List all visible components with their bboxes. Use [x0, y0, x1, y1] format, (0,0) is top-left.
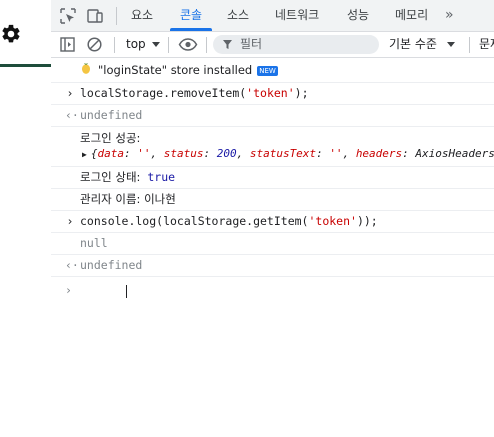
sidebar-toggle-icon[interactable]: [59, 36, 76, 53]
console-prompt-icon: ›: [65, 283, 72, 297]
toolbar-separator: [116, 7, 117, 25]
code-text: console.log(localStorage.getItem(: [80, 214, 309, 228]
console-log-row: null: [51, 232, 494, 255]
console-message: "loginState" store installed NEW: [51, 58, 494, 83]
log-text: 관리자 이름: 이나현: [80, 192, 176, 206]
issues-button[interactable]: 문제: [479, 32, 494, 57]
new-badge: NEW: [257, 66, 278, 76]
tab-sources[interactable]: 소스: [227, 0, 249, 31]
console-result-row: ‹· undefined: [51, 254, 494, 277]
log-label: 로그인 상태:: [80, 170, 141, 184]
inspect-element-icon[interactable]: [59, 7, 77, 25]
result-value: undefined: [80, 258, 143, 272]
code-text: ));: [356, 214, 378, 228]
console-toolbar: top 필터 기본 수준 문제: [51, 32, 494, 58]
console-log-row: 로그인 성공: ▶ {data: '', status: 200, statusT…: [51, 126, 494, 167]
eye-icon[interactable]: [178, 36, 198, 53]
toolbar-separator: [206, 37, 207, 53]
console-output: "loginState" store installed NEW › localS…: [51, 58, 494, 437]
gear-icon[interactable]: [0, 22, 22, 46]
devtools-panel: 요소 콘솔 소스 네트워크 성능 메모리 » top 필터 기본 수준 문 "l…: [51, 0, 494, 437]
chevron-down-icon: [447, 42, 455, 47]
message-text: "loginState" store installed: [98, 63, 253, 77]
boolean-value: true: [147, 170, 176, 184]
string-literal: 'token': [308, 214, 357, 228]
code-text: localStorage.removeItem(: [80, 86, 247, 100]
chevron-down-icon: [152, 42, 160, 47]
active-tab-indicator: [170, 28, 212, 31]
result-arrow-icon: ‹·: [65, 258, 79, 272]
log-level-selector[interactable]: 기본 수준: [389, 32, 437, 57]
result-arrow-icon: ‹·: [65, 108, 79, 122]
toolbar-separator: [469, 37, 470, 53]
string-literal: 'token': [246, 86, 295, 100]
tab-performance[interactable]: 성능: [347, 0, 369, 31]
filter-placeholder: 필터: [240, 37, 263, 51]
console-result-row: ‹· undefined: [51, 104, 494, 127]
object-preview[interactable]: ▶ {data: '', status: 200, statusText: '',…: [82, 143, 494, 166]
result-value: undefined: [80, 108, 143, 122]
console-input-row[interactable]: › localStorage.removeItem('token');: [51, 82, 494, 105]
expand-triangle-icon[interactable]: ▶: [82, 150, 87, 159]
toolbar-separator: [168, 37, 169, 53]
more-tabs-button[interactable]: »: [445, 0, 454, 31]
clear-console-icon[interactable]: [86, 36, 103, 53]
tab-console[interactable]: 콘솔: [180, 0, 202, 31]
tab-network[interactable]: 네트워크: [275, 0, 319, 31]
console-input-row[interactable]: › console.log(localStorage.getItem('toke…: [51, 210, 494, 233]
filter-icon: [223, 40, 232, 49]
input-prompt-icon: ›: [66, 214, 74, 228]
code-text: );: [294, 86, 309, 100]
device-toolbar-icon[interactable]: [86, 7, 104, 25]
input-prompt-icon: ›: [66, 86, 74, 100]
context-selector[interactable]: top: [126, 32, 146, 57]
devtools-tab-bar: 요소 콘솔 소스 네트워크 성능 메모리 »: [51, 0, 494, 32]
app-sidebar: [0, 0, 52, 437]
null-value: null: [80, 236, 108, 250]
console-input-cursor[interactable]: [126, 285, 127, 298]
console-log-row: 로그인 상태: true: [51, 166, 494, 189]
tab-memory[interactable]: 메모리: [395, 0, 428, 31]
toolbar-separator: [114, 37, 115, 53]
tab-elements[interactable]: 요소: [131, 0, 153, 31]
pinia-icon: [82, 63, 90, 74]
active-section-indicator: [0, 64, 51, 67]
filter-input[interactable]: 필터: [213, 35, 379, 54]
console-log-row: 관리자 이름: 이나현: [51, 188, 494, 211]
